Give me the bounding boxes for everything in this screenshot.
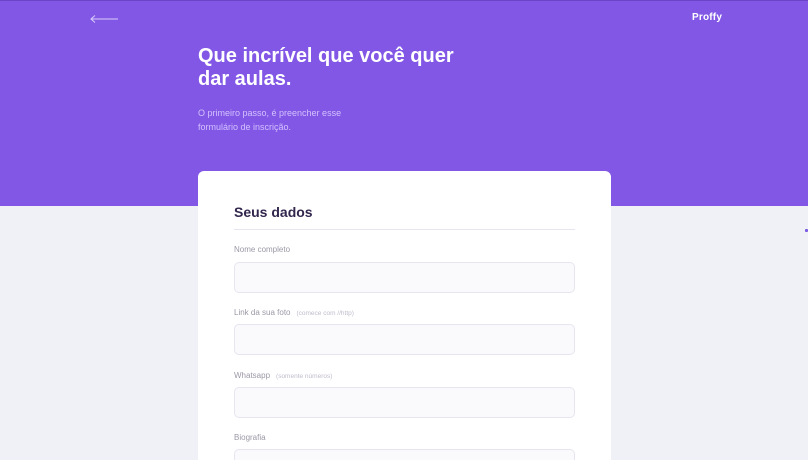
bio-field-label: Biografia bbox=[234, 433, 266, 442]
name-input[interactable] bbox=[234, 262, 575, 293]
whatsapp-input[interactable] bbox=[234, 387, 575, 418]
arrow-left-icon bbox=[90, 15, 118, 23]
photo-label-text: Link da sua foto bbox=[234, 308, 291, 317]
page-subtitle: O primeiro passo, é preencher esse formu… bbox=[198, 108, 342, 132]
bio-input[interactable] bbox=[234, 449, 575, 460]
whatsapp-label-text: Whatsapp bbox=[234, 371, 271, 380]
photo-url-input[interactable] bbox=[234, 324, 575, 355]
bio-label-text: Biografia bbox=[234, 433, 266, 442]
section-divider bbox=[234, 229, 575, 230]
page-title: Que incrível que você quer dar aulas. bbox=[198, 45, 454, 90]
photo-hint: (comece com //http) bbox=[296, 310, 354, 317]
name-label-text: Nome completo bbox=[234, 245, 291, 254]
name-field-label: Nome completo bbox=[234, 245, 290, 254]
back-button[interactable] bbox=[88, 11, 120, 27]
whatsapp-hint: (somente números) bbox=[276, 373, 333, 380]
photo-field-label: Link da sua foto (comece com //http) bbox=[234, 308, 354, 317]
section-title: Seus dados bbox=[234, 204, 313, 220]
whatsapp-field-label: Whatsapp (somente números) bbox=[234, 371, 332, 380]
top-border bbox=[0, 0, 808, 1]
form-card: Seus dados Nome completo Link da sua fot… bbox=[198, 171, 611, 460]
logo: Proffy bbox=[692, 12, 723, 23]
